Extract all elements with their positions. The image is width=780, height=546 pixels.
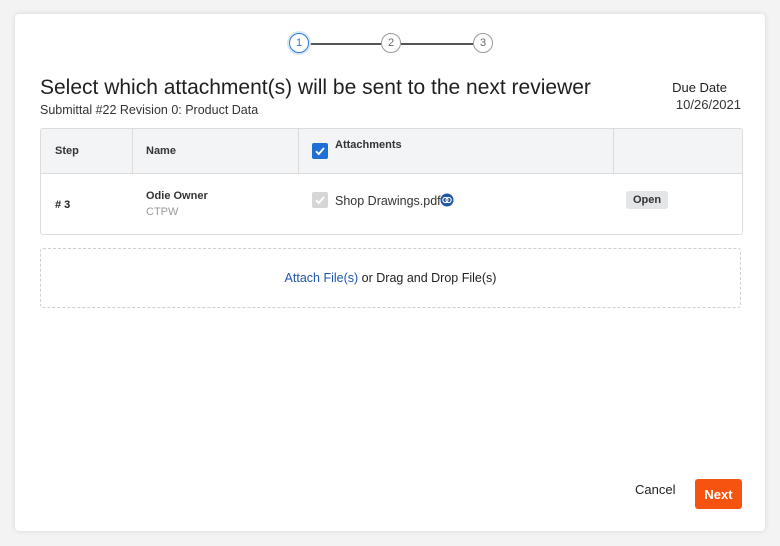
column-header-attachments: Attachments xyxy=(335,139,402,151)
open-button[interactable]: Open xyxy=(626,191,668,209)
attach-files-link[interactable]: Attach File(s) xyxy=(285,271,359,285)
attachment-checkbox[interactable] xyxy=(312,192,328,208)
column-divider xyxy=(298,129,299,173)
reviewer-company: CTPW xyxy=(146,206,179,218)
attachment-filename[interactable]: Shop Drawings.pdf xyxy=(335,194,441,208)
due-date-label: Due Date xyxy=(672,80,727,95)
reviewer-name: Odie Owner xyxy=(146,190,208,202)
column-header-name: Name xyxy=(146,145,176,157)
column-divider xyxy=(132,129,133,173)
page-title: Select which attachment(s) will be sent … xyxy=(40,76,591,99)
progress-stepper: 1 2 3 xyxy=(289,33,494,55)
cancel-button[interactable]: Cancel xyxy=(635,482,675,497)
stepper-connector xyxy=(401,43,473,45)
row-step: # 3 xyxy=(55,199,71,211)
dropzone-hint: or Drag and Drop File(s) xyxy=(358,271,497,285)
step-3: 3 xyxy=(473,33,493,53)
check-icon xyxy=(315,196,325,205)
file-dropzone[interactable]: Attach File(s) or Drag and Drop File(s) xyxy=(40,248,741,308)
compare-icon[interactable] xyxy=(440,193,454,207)
step-1: 1 xyxy=(289,33,309,53)
submittal-subtitle: Submittal #22 Revision 0: Product Data xyxy=(40,103,259,117)
column-divider xyxy=(613,129,614,173)
table-header: Step Name Attachments xyxy=(41,129,742,174)
column-header-step: Step xyxy=(55,145,79,157)
reviewer-dialog: 1 2 3 Select which attachment(s) will be… xyxy=(15,14,765,531)
step-2: 2 xyxy=(381,33,401,53)
due-date-value: 10/26/2021 xyxy=(675,97,741,112)
stepper-connector xyxy=(309,43,381,45)
attachments-table: Step Name Attachments # 3 Odie Owner CTP… xyxy=(40,128,743,235)
next-button[interactable]: Next xyxy=(695,479,742,509)
select-all-checkbox[interactable] xyxy=(312,143,328,159)
check-icon xyxy=(315,147,325,156)
